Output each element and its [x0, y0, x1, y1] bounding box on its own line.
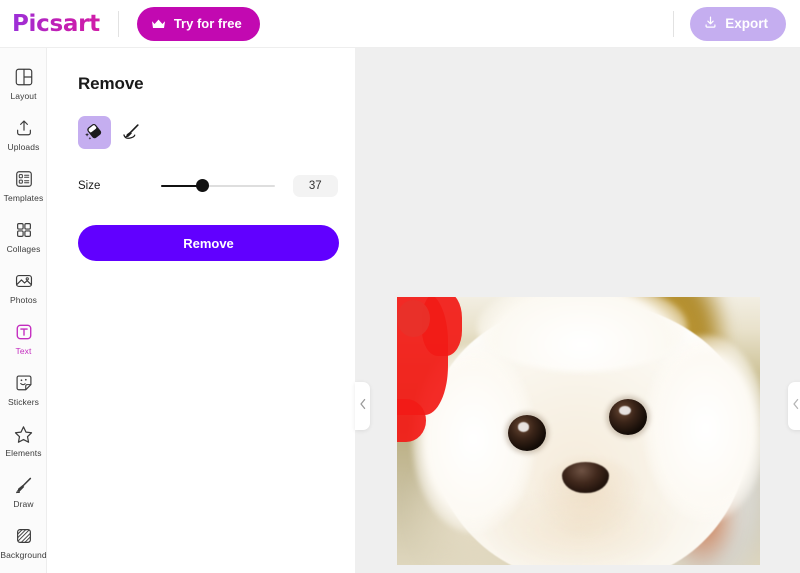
photo-landscape-icon [14, 270, 34, 292]
picsart-editor: Picsart Try for free Export Layout Uploa… [0, 0, 800, 573]
magic-eraser-tool-button[interactable] [78, 116, 111, 149]
text-t-icon [14, 321, 34, 343]
sidebar-item-uploads[interactable]: Uploads [0, 109, 47, 160]
brush-size-value[interactable]: 37 [292, 175, 338, 197]
sidebar-item-collages[interactable]: Collages [0, 211, 47, 262]
sidebar-item-label: Collages [6, 244, 41, 254]
sidebar-item-draw[interactable]: Draw [0, 466, 47, 517]
sidebar-item-label: Layout [10, 91, 37, 101]
layout-grid-icon [14, 66, 34, 88]
brush-size-slider[interactable] [161, 179, 275, 193]
try-for-free-button[interactable]: Try for free [136, 6, 260, 41]
sidebar-item-layout[interactable]: Layout [0, 58, 47, 109]
brush-size-row: Size 37 [78, 175, 338, 197]
export-button[interactable]: Export [690, 6, 786, 41]
sidebar-item-label: Photos [9, 295, 38, 305]
sidebar-item-background[interactable]: Background [0, 517, 47, 568]
eye-glint [619, 406, 631, 416]
try-for-free-label: Try for free [173, 16, 242, 31]
header-right-group: Export [673, 6, 800, 41]
editor-canvas[interactable] [355, 48, 800, 573]
sidebar-item-label: Templates [3, 193, 44, 203]
restore-brush-icon [121, 121, 142, 145]
paintbrush-icon [13, 474, 34, 496]
left-sidebar: Layout Uploads Templates Collages Photos… [0, 48, 47, 573]
header-divider [117, 10, 119, 37]
picsart-logo[interactable]: Picsart [12, 11, 100, 37]
sidebar-item-label: Stickers [7, 397, 40, 407]
crown-icon [151, 18, 166, 30]
sidebar-item-label: Text [15, 346, 32, 356]
header-divider-right [673, 10, 675, 37]
dog-nose [562, 461, 610, 493]
remove-action-button[interactable]: Remove [78, 225, 339, 261]
dog-eye-left [507, 414, 546, 452]
sidebar-item-stickers[interactable]: Stickers [0, 364, 47, 415]
download-icon [703, 15, 718, 33]
sidebar-item-label: Background [0, 550, 47, 560]
sidebar-item-label: Draw [13, 499, 34, 509]
canvas-image[interactable] [397, 297, 760, 565]
chevron-left-icon [359, 397, 367, 415]
remove-tool-panel: Remove Size 37 Remove [47, 48, 355, 573]
sticker-smiley-icon [14, 372, 34, 394]
upload-arrow-icon [14, 117, 34, 139]
tool-mode-group [78, 116, 355, 149]
sidebar-item-text[interactable]: Text [0, 313, 47, 364]
slider-thumb[interactable] [195, 179, 209, 192]
dog-fur-right [643, 334, 760, 523]
star-outline-icon [13, 423, 34, 445]
removal-mask-stroke [397, 299, 430, 338]
restore-brush-tool-button[interactable] [115, 116, 148, 149]
collapse-panel-right-button[interactable] [788, 382, 800, 430]
sidebar-item-elements[interactable]: Elements [0, 415, 47, 466]
sidebar-item-photos[interactable]: Photos [0, 262, 47, 313]
sidebar-item-templates[interactable]: Templates [0, 160, 47, 211]
sidebar-item-label: Elements [5, 448, 42, 458]
sidebar-item-label: Uploads [7, 142, 40, 152]
export-label: Export [725, 16, 768, 31]
chevron-left-icon [792, 397, 800, 415]
app-header: Picsart Try for free Export [0, 0, 800, 48]
collapse-panel-left-button[interactable] [355, 382, 370, 430]
collage-squares-icon [14, 219, 34, 241]
background-hatch-icon [14, 525, 34, 547]
eye-glint [517, 422, 530, 432]
templates-list-icon [14, 168, 34, 190]
brush-size-label: Size [78, 180, 101, 192]
magic-eraser-icon [84, 121, 105, 145]
panel-title: Remove [78, 74, 144, 93]
